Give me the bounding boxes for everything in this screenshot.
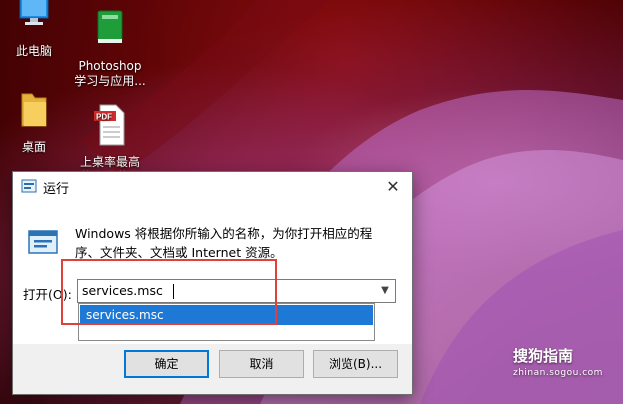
svg-text:PDF: PDF [96,113,112,122]
close-icon[interactable]: ✕ [374,172,412,202]
book-icon [97,10,123,43]
ok-button[interactable]: 确定 [124,350,209,378]
dialog-description: Windows 将根据你所输入的名称，为你打开相应的程序、文件夹、文档或 Int… [75,226,373,260]
desktop-icon-label: 桌面 [21,140,46,154]
run-program-icon [28,230,58,254]
desktop-icon-label: Photoshop 学习与应用... [74,59,146,88]
watermark: 搜狗指南 zhinan.sogou.com [513,345,603,378]
folder-icon [21,93,47,127]
watermark-url: zhinan.sogou.com [513,368,603,378]
run-icon [21,179,37,193]
dialog-title: 运行 [43,182,70,197]
desktop-icon-label: 此电脑 [15,44,52,58]
desktop-icon-this-pc[interactable]: 此电脑 [0,0,74,59]
computer-icon [19,0,49,25]
chevron-down-icon[interactable]: ▼ [375,280,395,302]
desktop-icon-desktop-folder[interactable]: 桌面 [0,88,74,155]
highlight-box [61,259,277,325]
run-dialog-titlebar[interactable]: 运行 ✕ [13,172,412,202]
pdf-icon: PDF [94,104,125,146]
cancel-button[interactable]: 取消 [219,350,304,378]
watermark-brand: 搜狗指南 [513,347,574,365]
browse-button[interactable]: 浏览(B)... [313,350,398,378]
